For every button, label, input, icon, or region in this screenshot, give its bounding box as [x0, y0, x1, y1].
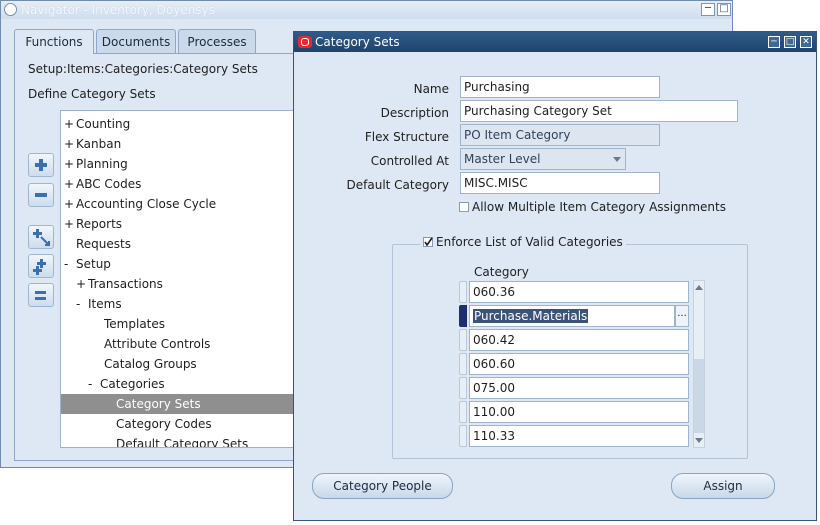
row-marker[interactable] [459, 329, 467, 351]
tree-item-selected[interactable]: Category Sets [61, 394, 299, 414]
oracle-logo-icon [298, 36, 312, 48]
plus-icon [35, 159, 47, 171]
define-category-sets-label: Define Category Sets [28, 87, 156, 101]
tree-item[interactable]: + Transactions [61, 274, 299, 294]
category-sets-dialog: Category Sets ─ □ ✕ Name Purchasing Desc… [293, 31, 817, 521]
enforce-group-title: Enforce List of Valid Categories [420, 235, 626, 249]
category-cell[interactable]: 075.00 [469, 377, 689, 399]
expand-button[interactable] [28, 153, 54, 177]
row-marker[interactable] [459, 377, 467, 399]
tree-item[interactable]: Category Codes [61, 414, 299, 434]
description-field[interactable]: Purchasing Category Set [460, 100, 738, 122]
minimize-icon[interactable]: ─ [701, 3, 715, 16]
name-label: Name [413, 82, 449, 96]
dialog-title: Category Sets [315, 35, 400, 49]
scroll-down-icon[interactable] [694, 437, 704, 445]
controlled-at-select[interactable]: Master Level [460, 148, 626, 170]
collapse-button[interactable] [28, 183, 54, 207]
category-column-header: Category [474, 265, 529, 279]
tab-documents[interactable]: Documents [96, 29, 176, 53]
scroll-up-icon[interactable] [694, 283, 704, 291]
row-marker[interactable] [459, 281, 467, 303]
dialog-titlebar[interactable]: Category Sets ─ □ ✕ [294, 32, 816, 52]
collapse-all-icon [35, 291, 46, 300]
row-marker[interactable] [459, 353, 467, 375]
navigator-titlebar[interactable]: Navigator - Inventory, Doyensys ─ □ [1, 1, 732, 19]
flex-structure-label: Flex Structure [364, 130, 449, 144]
category-cell[interactable]: 110.00 [469, 401, 689, 423]
tab-processes[interactable]: Processes [178, 29, 256, 53]
expand-all-icon [33, 259, 46, 275]
category-cell-current[interactable]: Purchase.Materials [469, 305, 675, 327]
row-marker-current[interactable] [459, 305, 467, 327]
tree-item[interactable]: + Reports [61, 214, 299, 234]
enforce-label: Enforce List of Valid Categories [436, 235, 623, 249]
expand-branch-icon [33, 229, 50, 246]
tab-functions[interactable]: Functions [14, 29, 94, 54]
tree-item[interactable]: + Planning [61, 154, 299, 174]
assign-button[interactable]: Assign [671, 473, 775, 499]
scrollbar-thumb[interactable] [694, 359, 704, 433]
tree-item[interactable]: Attribute Controls [61, 334, 299, 354]
row-marker[interactable] [459, 425, 467, 447]
tree-item[interactable]: - Items [61, 294, 299, 314]
row-marker[interactable] [459, 401, 467, 423]
maximize-icon[interactable]: □ [784, 36, 796, 48]
app-icon [4, 3, 17, 16]
minus-icon [35, 193, 47, 197]
minimize-icon[interactable]: ─ [768, 36, 780, 48]
category-cell[interactable]: 060.36 [469, 281, 689, 303]
breadcrumb: Setup:Items:Categories:Category Sets [28, 62, 258, 76]
tree-item[interactable]: - Categories [61, 374, 299, 394]
tree-item[interactable]: + Kanban [61, 134, 299, 154]
default-category-label: Default Category [346, 178, 449, 192]
checkmark-icon [424, 237, 433, 247]
controlled-at-label: Controlled At [370, 154, 449, 168]
default-category-field[interactable]: MISC.MISC [460, 172, 660, 194]
collapse-all-button[interactable] [28, 283, 54, 307]
navigator-title: Navigator - Inventory, Doyensys [21, 3, 215, 17]
flex-structure-field[interactable]: PO Item Category [460, 124, 660, 146]
tree-item[interactable]: + ABC Codes [61, 174, 299, 194]
tree-item[interactable]: Templates [61, 314, 299, 334]
name-field[interactable]: Purchasing [460, 76, 660, 98]
close-icon[interactable]: ✕ [800, 36, 812, 48]
expand-branch-button[interactable] [28, 225, 54, 249]
tree-item[interactable]: Catalog Groups [61, 354, 299, 374]
maximize-icon[interactable]: □ [717, 3, 731, 16]
controlled-at-value: Master Level [464, 152, 541, 166]
allow-multiple-checkbox[interactable] [459, 202, 469, 212]
allow-multiple-label: Allow Multiple Item Category Assignments [472, 200, 726, 214]
category-cell[interactable]: 060.60 [469, 353, 689, 375]
category-cell[interactable]: 110.33 [469, 425, 689, 447]
tree-item[interactable]: Requests [61, 234, 299, 254]
chevron-down-icon [613, 157, 621, 162]
category-cell[interactable]: 060.42 [469, 329, 689, 351]
description-label: Description [380, 106, 449, 120]
tree-item[interactable]: Default Category Sets [61, 434, 299, 447]
tree-item[interactable]: - Setup [61, 254, 299, 274]
tree-item[interactable]: + Accounting Close Cycle [61, 194, 299, 214]
function-tree[interactable]: + Counting + Kanban + Planning + ABC Codes +… [60, 110, 300, 448]
expand-all-button[interactable] [28, 254, 54, 278]
category-people-button[interactable]: Category People [312, 473, 453, 499]
enforce-checkbox[interactable] [423, 237, 433, 247]
category-scrollbar[interactable] [693, 280, 705, 448]
list-of-values-button[interactable]: ... [675, 305, 689, 327]
tree-item[interactable]: + Counting [61, 114, 299, 134]
